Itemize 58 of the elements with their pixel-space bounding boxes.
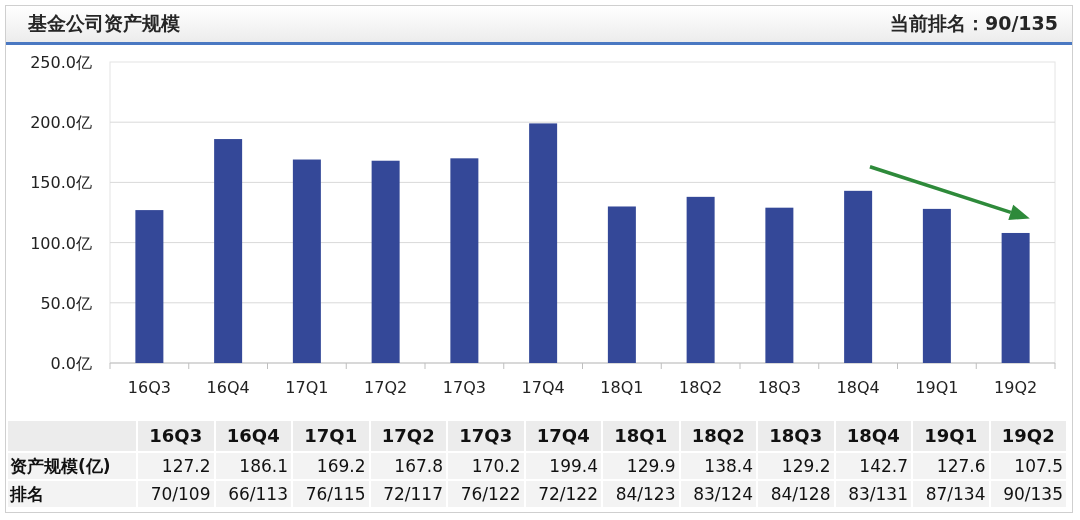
x-axis-label: 19Q2 bbox=[994, 378, 1038, 397]
table-cell: 129.9 bbox=[603, 453, 679, 479]
table-cell: 129.2 bbox=[758, 453, 834, 479]
column-header: 17Q4 bbox=[525, 421, 601, 451]
table-cell: 199.4 bbox=[525, 453, 601, 479]
table-cell: 83/124 bbox=[680, 481, 756, 507]
column-header: 18Q3 bbox=[758, 421, 834, 451]
table-cell: 83/131 bbox=[835, 481, 911, 507]
row-header: 资产规模(亿) bbox=[8, 453, 136, 479]
table-cell: 142.7 bbox=[835, 453, 911, 479]
table-cell: 167.8 bbox=[370, 453, 446, 479]
table-cell: 84/128 bbox=[758, 481, 834, 507]
column-header: 19Q1 bbox=[913, 421, 989, 451]
column-header: 17Q1 bbox=[293, 421, 369, 451]
y-axis-label: 50.0亿 bbox=[40, 293, 92, 313]
column-header: 16Q3 bbox=[138, 421, 214, 451]
column-header: 18Q4 bbox=[835, 421, 911, 451]
table-cell: 87/134 bbox=[913, 481, 989, 507]
table-cell: 170.2 bbox=[448, 453, 524, 479]
x-axis-label: 16Q4 bbox=[206, 378, 250, 397]
table-cell: 127.6 bbox=[913, 453, 989, 479]
table-cell: 186.1 bbox=[215, 453, 291, 479]
x-axis-label: 18Q4 bbox=[836, 378, 880, 397]
x-axis-label: 17Q3 bbox=[442, 378, 486, 397]
column-header: 16Q4 bbox=[215, 421, 291, 451]
x-axis-label: 18Q2 bbox=[679, 378, 723, 397]
column-header: 18Q2 bbox=[680, 421, 756, 451]
table-cell: 127.2 bbox=[138, 453, 214, 479]
table-cell: 84/123 bbox=[603, 481, 679, 507]
x-axis-label: 18Q3 bbox=[757, 378, 801, 397]
table-cell: 72/117 bbox=[370, 481, 446, 507]
table-cell: 169.2 bbox=[293, 453, 369, 479]
table-cell: 138.4 bbox=[680, 453, 756, 479]
column-header: 19Q2 bbox=[990, 421, 1066, 451]
column-header: 17Q3 bbox=[448, 421, 524, 451]
table-cell: 72/122 bbox=[525, 481, 601, 507]
y-axis-label: 150.0亿 bbox=[30, 173, 92, 193]
row-header: 排名 bbox=[8, 481, 136, 507]
x-axis-label: 17Q1 bbox=[285, 378, 329, 397]
table-cell: 70/109 bbox=[138, 481, 214, 507]
column-header: 18Q1 bbox=[603, 421, 679, 451]
y-axis-label: 250.0亿 bbox=[30, 53, 92, 72]
panel-title: 基金公司资产规模 bbox=[28, 11, 180, 36]
column-header: 17Q2 bbox=[370, 421, 446, 451]
current-ranking: 当前排名：90/135 bbox=[889, 11, 1058, 36]
x-axis-label: 16Q3 bbox=[127, 378, 171, 397]
x-axis-label: 18Q1 bbox=[600, 378, 644, 397]
x-axis-label: 19Q1 bbox=[915, 378, 959, 397]
table-cell: 107.5 bbox=[990, 453, 1066, 479]
table-cell: 90/135 bbox=[990, 481, 1066, 507]
table-cell: 66/113 bbox=[215, 481, 291, 507]
y-axis-label: 200.0亿 bbox=[30, 113, 92, 133]
y-axis-label: 100.0亿 bbox=[30, 233, 92, 253]
table-cell: 76/115 bbox=[293, 481, 369, 507]
table-cell: 76/122 bbox=[448, 481, 524, 507]
y-axis-label: 0.0亿 bbox=[50, 354, 92, 373]
x-axis-label: 17Q2 bbox=[364, 378, 408, 397]
x-axis-label: 17Q4 bbox=[521, 378, 565, 397]
